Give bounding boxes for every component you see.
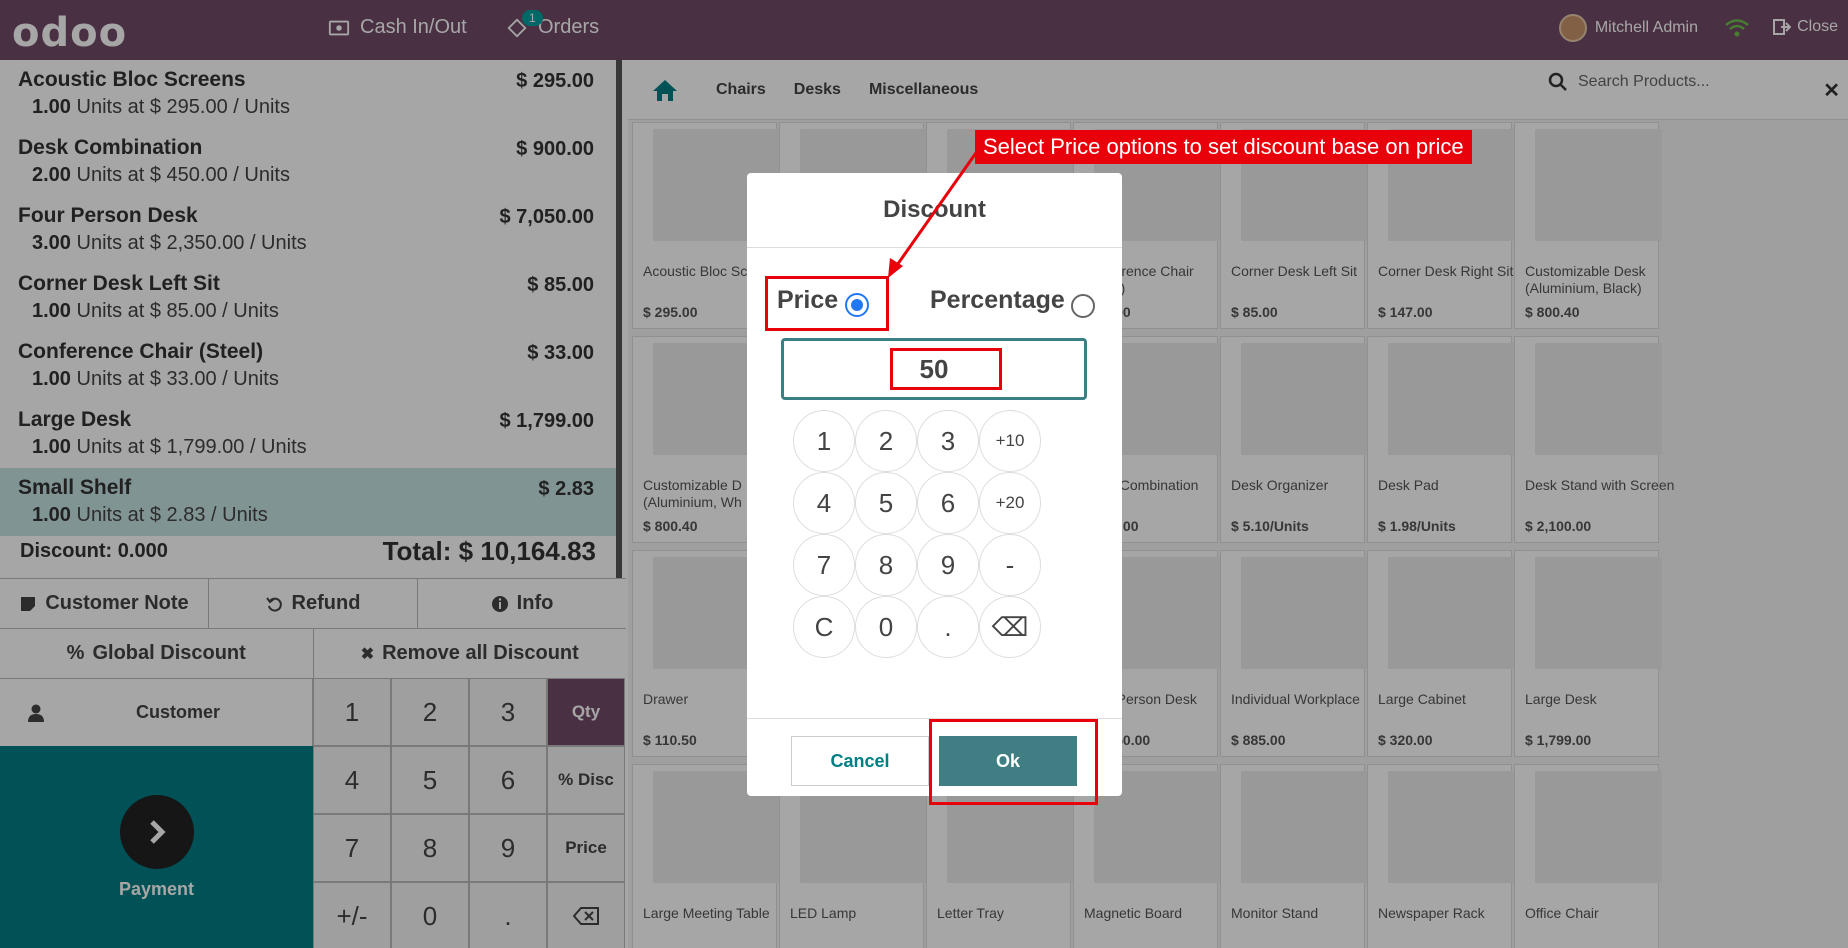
highlight-value	[890, 348, 1002, 390]
dialog-title: Discount	[747, 173, 1122, 248]
dialog-numpad-key[interactable]: 7	[793, 534, 855, 596]
percentage-option-label: Percentage	[930, 286, 1065, 314]
dialog-numpad-key[interactable]: 4	[793, 472, 855, 534]
dialog-numpad-key[interactable]: +10	[979, 410, 1041, 472]
highlight-ok-button	[929, 719, 1098, 805]
dialog-numpad-key[interactable]: 6	[917, 472, 979, 534]
percentage-radio[interactable]	[1071, 294, 1095, 318]
highlight-price-option	[765, 276, 889, 331]
dialog-numpad-key[interactable]: +20	[979, 472, 1041, 534]
dialog-numpad-key[interactable]: 3	[917, 410, 979, 472]
dialog-numpad-key[interactable]: C	[793, 596, 855, 658]
discount-dialog: Discount Price Percentage 50 1 2 3 +10 4 5 6 +2…	[747, 173, 1122, 796]
dialog-numpad-key[interactable]: -	[979, 534, 1041, 596]
dialog-numpad-key[interactable]: 5	[855, 472, 917, 534]
dialog-backspace-button[interactable]: ⌫	[979, 596, 1041, 658]
annotation-callout: Select Price options to set discount bas…	[975, 130, 1472, 164]
dialog-numpad-key[interactable]: 2	[855, 410, 917, 472]
dialog-numpad-key[interactable]: 8	[855, 534, 917, 596]
pos-screen: { "header": { "logo": "odoo", "cash_in_o…	[0, 0, 1848, 948]
cancel-button[interactable]: Cancel	[791, 736, 929, 786]
dialog-numpad-key[interactable]: 1	[793, 410, 855, 472]
dialog-numpad-key[interactable]: 0	[855, 596, 917, 658]
dialog-numpad-key[interactable]: .	[917, 596, 979, 658]
dialog-numpad-key[interactable]: 9	[917, 534, 979, 596]
